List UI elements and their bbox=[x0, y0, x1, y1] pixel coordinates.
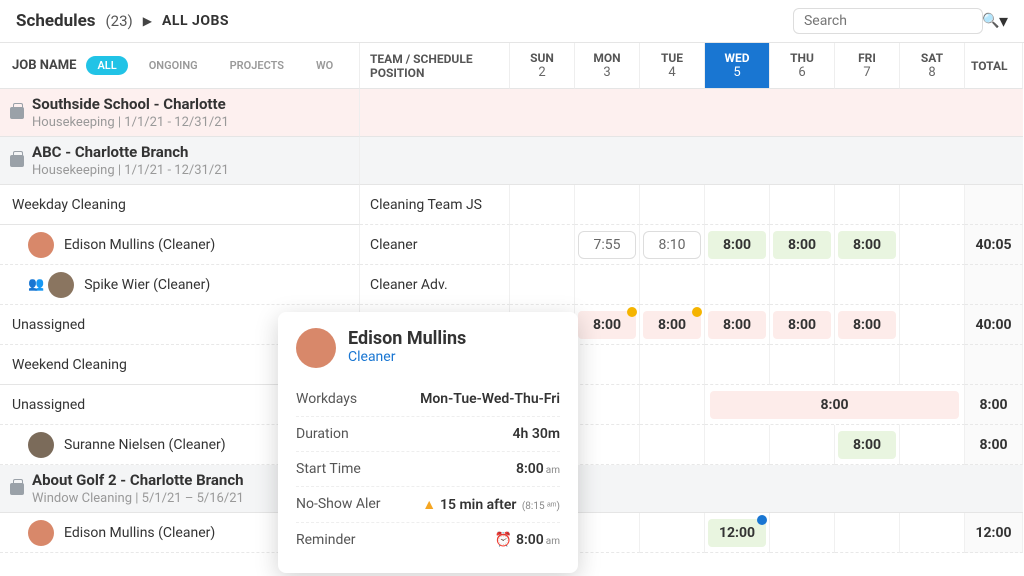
total-cell: 8:00 bbox=[965, 385, 1023, 425]
col-sat[interactable]: SAT8 bbox=[900, 43, 965, 89]
team-cell: Cleaning Team JS bbox=[360, 185, 510, 225]
shift-cell[interactable]: 8:00 bbox=[835, 225, 900, 265]
job-group-span bbox=[360, 89, 1023, 137]
briefcase-icon bbox=[10, 155, 24, 167]
popup-name: Edison Mullins bbox=[348, 328, 466, 349]
warning-icon: ▲ bbox=[422, 497, 436, 513]
filter-wo[interactable]: WO bbox=[305, 56, 344, 75]
popup-role[interactable]: Cleaner bbox=[348, 349, 466, 365]
popup-duration: Duration4h 30m bbox=[296, 417, 560, 452]
popup-workdays: WorkdaysMon-Tue-Wed-Thu-Fri bbox=[296, 382, 560, 417]
clock-icon: ⏰ bbox=[495, 532, 512, 548]
total-cell: 8:00 bbox=[965, 425, 1023, 465]
popup-noshow: No-Show Aler▲15 min after (8:15 ᵃᵐ) bbox=[296, 487, 560, 523]
briefcase-icon bbox=[10, 107, 24, 119]
avatar bbox=[28, 232, 54, 258]
person-row-edison[interactable]: Edison Mullins (Cleaner) bbox=[0, 225, 360, 265]
total-cell: 40:00 bbox=[965, 305, 1023, 345]
filter-projects[interactable]: PROJECTS bbox=[219, 56, 295, 75]
col-fri[interactable]: FRI7 bbox=[835, 43, 900, 89]
col-total: TOTAL bbox=[965, 43, 1023, 89]
info-dot-icon bbox=[757, 515, 767, 525]
job-group-abc[interactable]: ABC - Charlotte BranchHousekeeping | 1/1… bbox=[0, 137, 360, 185]
col-thu[interactable]: THU6 bbox=[770, 43, 835, 89]
job-group-southside[interactable]: Southside School - CharlotteHousekeeping… bbox=[0, 89, 360, 137]
shift-cell[interactable]: 8:00 bbox=[770, 225, 835, 265]
shift-cell[interactable]: 8:00 bbox=[835, 425, 900, 465]
briefcase-icon bbox=[10, 483, 24, 495]
avatar bbox=[48, 272, 74, 298]
breadcrumb[interactable]: ALL JOBS bbox=[162, 13, 229, 29]
shift-cell[interactable]: 8:00 bbox=[770, 305, 835, 345]
role-cell: Cleaner bbox=[360, 225, 510, 265]
shift-cell-merged[interactable]: 8:00 bbox=[705, 385, 965, 425]
col-tue[interactable]: TUE4 bbox=[640, 43, 705, 89]
col-sun[interactable]: SUN2 bbox=[510, 43, 575, 89]
search-box[interactable]: 🔍 bbox=[793, 8, 983, 34]
page-title: Schedules bbox=[16, 11, 96, 31]
total-cell: 12:00 bbox=[965, 513, 1023, 553]
shift-cell[interactable]: 8:00 bbox=[705, 305, 770, 345]
avatar bbox=[296, 328, 336, 368]
shift-cell[interactable]: 12:00 bbox=[705, 513, 770, 553]
col-mon[interactable]: MON3 bbox=[575, 43, 640, 89]
shift-cell[interactable]: 8:10 bbox=[640, 225, 705, 265]
search-input[interactable] bbox=[804, 13, 982, 29]
section-weekday[interactable]: Weekday Cleaning bbox=[0, 185, 360, 225]
shift-cell[interactable]: 8:00 bbox=[640, 305, 705, 345]
shift-cell[interactable]: 8:00 bbox=[705, 225, 770, 265]
avatar bbox=[28, 520, 54, 546]
filter-all[interactable]: ALL bbox=[86, 56, 127, 75]
schedule-count: (23) bbox=[106, 12, 133, 30]
role-cell: Cleaner Adv. bbox=[360, 265, 510, 305]
shift-cell[interactable]: 8:00 bbox=[575, 305, 640, 345]
job-group-span bbox=[360, 137, 1023, 185]
shift-cell[interactable]: 8:00 bbox=[835, 305, 900, 345]
col-wed[interactable]: WED5 bbox=[705, 43, 770, 89]
jobname-label: JOB NAME bbox=[12, 58, 76, 73]
search-icon[interactable]: 🔍 bbox=[982, 13, 999, 29]
warning-dot-icon bbox=[692, 307, 702, 317]
people-icon: 👥 bbox=[28, 277, 44, 292]
popup-reminder: Reminder⏰8:00am bbox=[296, 523, 560, 557]
filter-ongoing[interactable]: ONGOING bbox=[138, 56, 209, 75]
col-team-header: TEAM / SCHEDULE POSITION bbox=[360, 43, 510, 89]
popup-start-time: Start Time8:00am bbox=[296, 452, 560, 487]
total-cell: 40:05 bbox=[965, 225, 1023, 265]
header-bar: Schedules (23) ▶ ALL JOBS 🔍 ▾ bbox=[0, 0, 1024, 43]
warning-dot-icon bbox=[627, 307, 637, 317]
person-detail-popup: Edison Mullins Cleaner WorkdaysMon-Tue-W… bbox=[278, 312, 578, 573]
col-jobname-header: JOB NAME ALL ONGOING PROJECTS WO bbox=[0, 43, 360, 89]
avatar bbox=[28, 432, 54, 458]
person-row-spike[interactable]: 👥Spike Wier (Cleaner) bbox=[0, 265, 360, 305]
chevron-right-icon: ▶ bbox=[143, 14, 152, 28]
filter-icon[interactable]: ▾ bbox=[999, 11, 1008, 32]
shift-cell[interactable]: 7:55 bbox=[575, 225, 640, 265]
